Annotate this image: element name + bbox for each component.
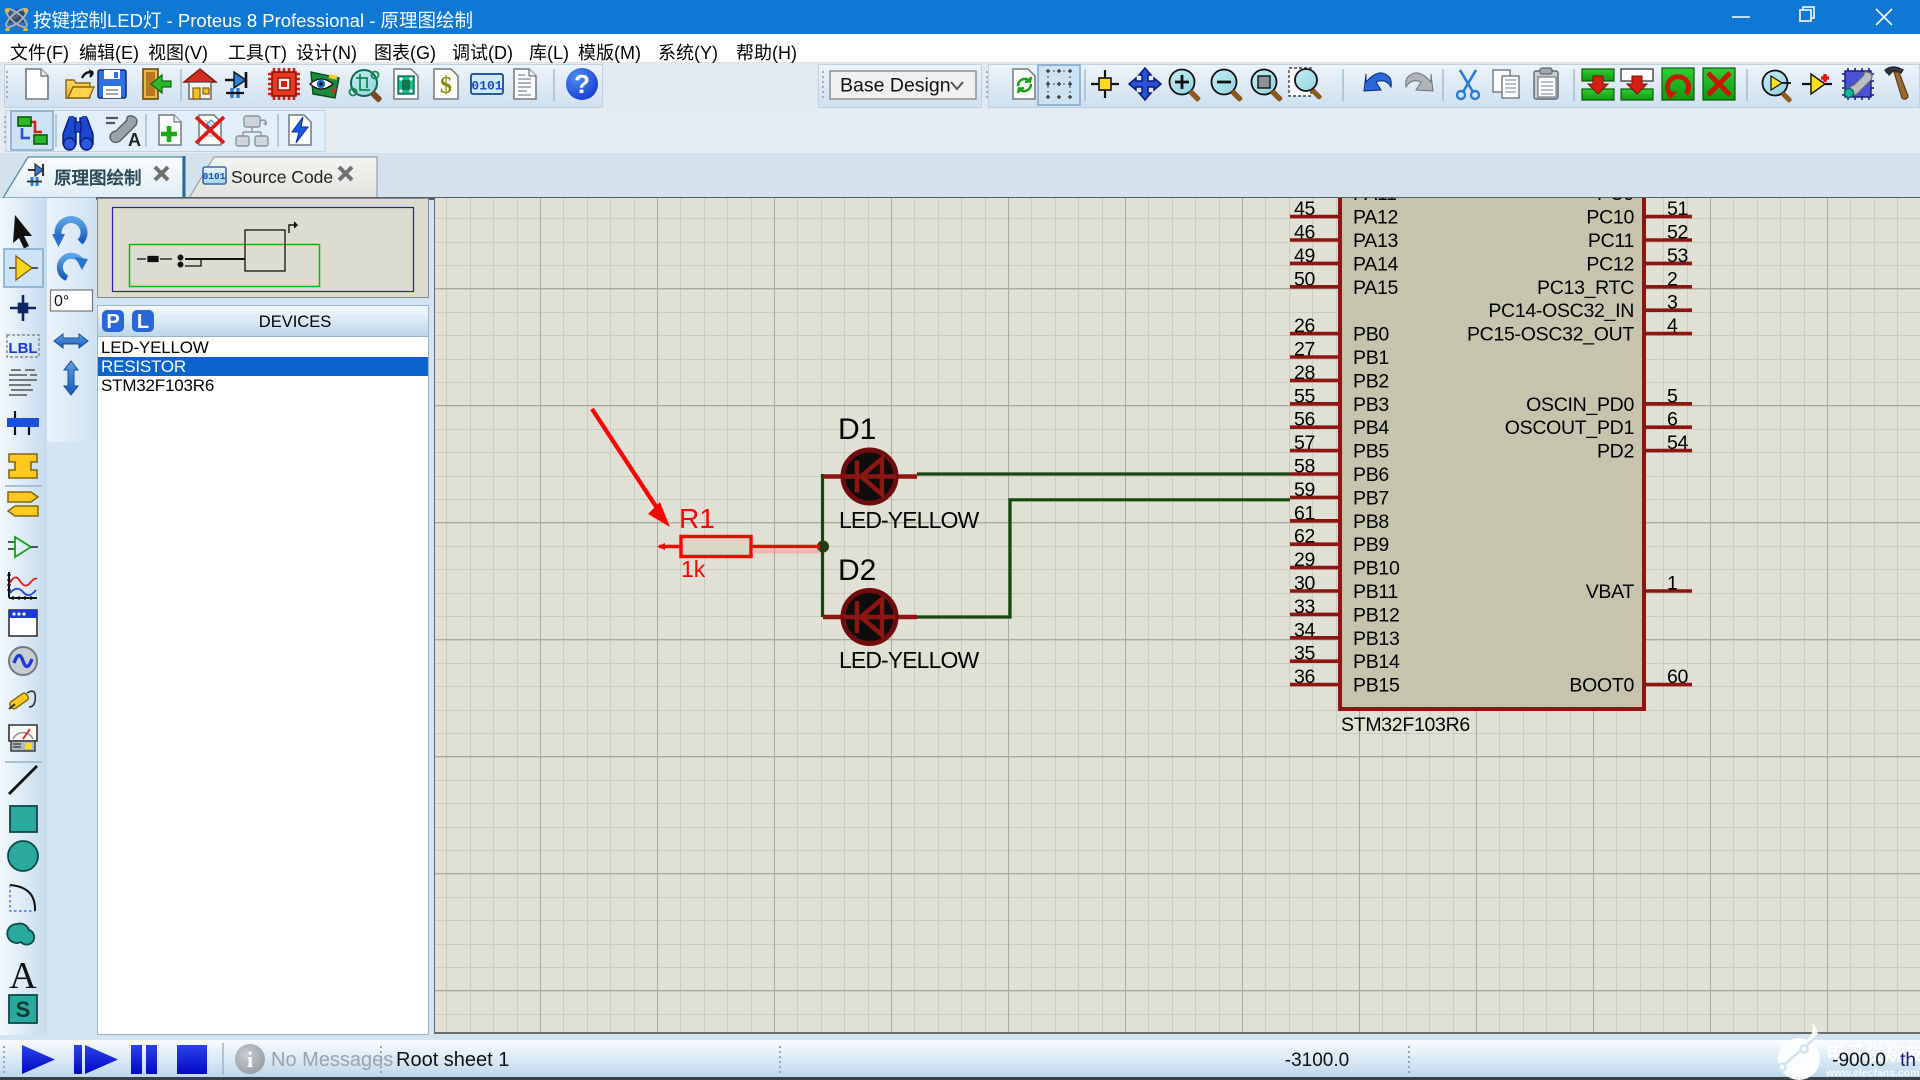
svg-text:PC11: PC11 [1588, 230, 1634, 252]
svg-text:-900.0: -900.0 [1832, 1050, 1886, 1071]
svg-text:PC14-OSC32_IN: PC14-OSC32_IN [1488, 300, 1634, 322]
svg-text:49: 49 [1294, 245, 1315, 267]
svg-text:?: ? [574, 69, 590, 99]
svg-text:PB11: PB11 [1353, 581, 1398, 603]
svg-text:58: 58 [1294, 456, 1315, 478]
svg-text:Base Design: Base Design [840, 75, 951, 97]
svg-text:th: th [1900, 1050, 1916, 1071]
svg-text:PB9: PB9 [1353, 534, 1389, 556]
svg-text:29: 29 [1294, 549, 1315, 571]
svg-text:OSCIN_PD0: OSCIN_PD0 [1526, 394, 1634, 416]
svg-text:VBAT: VBAT [1586, 581, 1635, 603]
svg-text:STM32F103R6: STM32F103R6 [1341, 714, 1470, 736]
svg-text:LED-YELLOW: LED-YELLOW [839, 507, 979, 533]
svg-text:33: 33 [1294, 596, 1315, 618]
svg-text:PB7: PB7 [1353, 487, 1389, 509]
svg-text:PA14: PA14 [1353, 253, 1399, 275]
svg-text:35: 35 [1294, 643, 1316, 665]
svg-text:PB2: PB2 [1353, 370, 1389, 392]
svg-text:55: 55 [1294, 385, 1316, 407]
svg-text:3: 3 [1667, 292, 1678, 314]
svg-text:50: 50 [1294, 268, 1316, 290]
svg-text:30: 30 [1294, 573, 1316, 595]
svg-text:59: 59 [1294, 479, 1315, 501]
svg-text:0101: 0101 [203, 171, 226, 182]
svg-text:PA13: PA13 [1353, 230, 1398, 252]
svg-text:PB3: PB3 [1353, 394, 1389, 416]
svg-text:PC13_RTC: PC13_RTC [1537, 277, 1634, 299]
svg-text:PA11: PA11 [1353, 198, 1397, 205]
svg-text:No Messages: No Messages [271, 1049, 393, 1071]
svg-text:PB0: PB0 [1353, 324, 1389, 346]
svg-text:PB12: PB12 [1353, 604, 1400, 626]
svg-text:i: i [247, 1047, 253, 1072]
svg-text:36: 36 [1294, 666, 1315, 688]
svg-text:0°: 0° [54, 293, 69, 310]
svg-text:S: S [16, 997, 31, 1022]
svg-text:PA12: PA12 [1353, 207, 1398, 229]
svg-text:PB13: PB13 [1353, 628, 1400, 650]
svg-text:51: 51 [1667, 198, 1688, 220]
svg-text:OSCOUT_PD1: OSCOUT_PD1 [1505, 417, 1634, 439]
svg-text:PA15: PA15 [1353, 277, 1399, 299]
svg-text:PB14: PB14 [1353, 651, 1400, 673]
svg-text:1k: 1k [681, 556, 706, 582]
svg-text:PB15: PB15 [1353, 675, 1400, 697]
svg-text:DEVICES: DEVICES [259, 313, 331, 331]
svg-text:$: $ [440, 73, 452, 99]
svg-text:PC15-OSC32_OUT: PC15-OSC32_OUT [1467, 324, 1634, 346]
svg-text:46: 46 [1294, 222, 1315, 244]
svg-text:LED-YELLOW: LED-YELLOW [839, 647, 979, 673]
svg-text:57: 57 [1294, 432, 1315, 454]
svg-text:62: 62 [1294, 526, 1315, 548]
svg-text:PC12: PC12 [1586, 253, 1634, 275]
svg-text:45: 45 [1294, 198, 1316, 220]
svg-text:52: 52 [1667, 222, 1688, 244]
svg-text:54: 54 [1667, 432, 1689, 454]
svg-text:A: A [128, 130, 141, 150]
svg-text:BOOT0: BOOT0 [1569, 675, 1634, 697]
svg-text:Root sheet 1: Root sheet 1 [396, 1049, 509, 1071]
svg-text:6: 6 [1667, 409, 1678, 431]
svg-text:2: 2 [1667, 268, 1678, 290]
svg-text:27: 27 [1294, 339, 1315, 361]
svg-text:Source Code: Source Code [231, 167, 333, 187]
svg-text:P: P [106, 311, 119, 333]
svg-text:61: 61 [1294, 502, 1315, 524]
svg-text:D2: D2 [838, 554, 876, 587]
svg-text:D1: D1 [838, 413, 876, 446]
svg-text:PB6: PB6 [1353, 464, 1389, 486]
svg-text:0101: 0101 [471, 79, 502, 94]
svg-text:原理图绘制: 原理图绘制 [54, 168, 142, 188]
svg-text:PD2: PD2 [1597, 441, 1634, 463]
svg-text:56: 56 [1294, 409, 1315, 431]
svg-text:A: A [9, 955, 37, 997]
svg-text:28: 28 [1294, 362, 1315, 384]
svg-text:PB5: PB5 [1353, 441, 1389, 463]
svg-text:26: 26 [1294, 315, 1315, 337]
svg-text:1: 1 [1667, 573, 1678, 595]
svg-text:53: 53 [1667, 245, 1688, 267]
svg-text:PB4: PB4 [1353, 417, 1389, 439]
svg-text:L: L [137, 311, 149, 333]
svg-text:4: 4 [1667, 315, 1678, 337]
svg-text:34: 34 [1294, 619, 1316, 641]
svg-text:PB10: PB10 [1353, 558, 1400, 580]
svg-text:PC10: PC10 [1586, 207, 1634, 229]
svg-text:PB1: PB1 [1353, 347, 1389, 369]
svg-text:LBL: LBL [8, 340, 37, 357]
svg-text:-3100.0: -3100.0 [1285, 1050, 1349, 1071]
svg-text:PB8: PB8 [1353, 511, 1389, 533]
svg-text:R1: R1 [679, 503, 715, 534]
svg-text:PC9: PC9 [1597, 198, 1634, 205]
svg-text:5: 5 [1667, 385, 1678, 407]
svg-text:60: 60 [1667, 666, 1689, 688]
